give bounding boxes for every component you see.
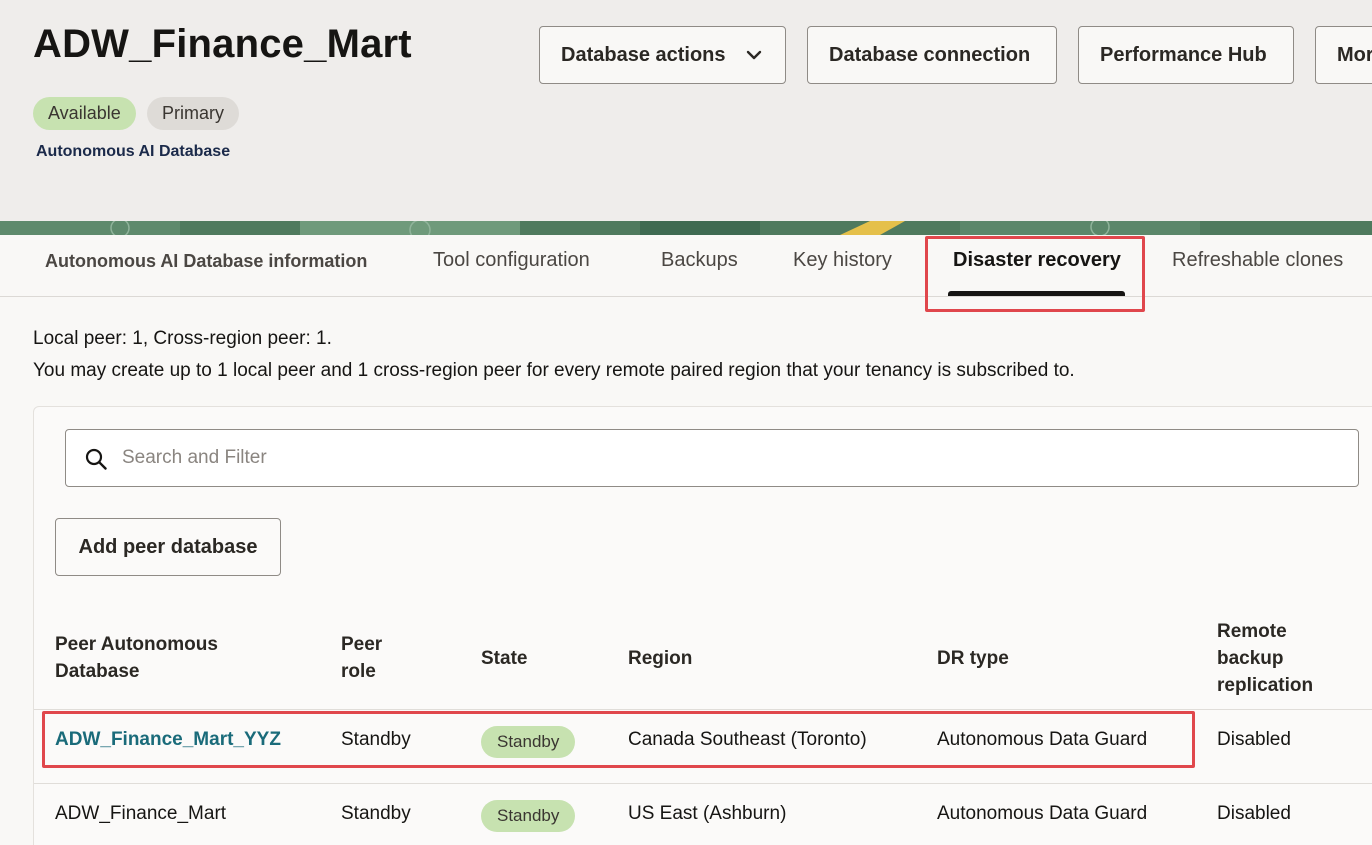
database-connection-button[interactable]: Database connection <box>807 26 1057 84</box>
tab-database-information[interactable]: Autonomous AI Database information <box>45 251 367 272</box>
search-box[interactable] <box>65 429 1359 487</box>
column-header-remote-backup-replication[interactable]: Remote backup replication <box>1217 618 1313 699</box>
page-title: ADW_Finance_Mart <box>33 22 412 66</box>
tab-tool-configuration[interactable]: Tool configuration <box>433 249 590 272</box>
chevron-down-icon <box>746 50 761 60</box>
column-header-remote-backup-line3: replication <box>1217 675 1314 696</box>
peer-database-name: ADW_Finance_Mart <box>55 803 227 824</box>
column-header-peer-database[interactable]: Peer Autonomous Database <box>55 631 218 685</box>
column-header-peer-role-line1: Peer <box>341 634 383 655</box>
role-badge-primary: Primary <box>147 97 239 130</box>
table-divider <box>34 709 1372 710</box>
tab-backups[interactable]: Backups <box>661 249 738 272</box>
highlight-box-tab <box>925 236 1145 312</box>
column-header-state[interactable]: State <box>481 645 527 672</box>
performance-hub-button[interactable]: Performance Hub <box>1078 26 1294 84</box>
column-header-peer-role-line2: role <box>341 661 376 682</box>
tab-bar: Autonomous AI Database information Tool … <box>0 235 1372 297</box>
remote-backup-cell: Disabled <box>1217 729 1291 750</box>
highlight-box-row <box>42 711 1195 768</box>
region-cell: US East (Ashburn) <box>628 803 787 824</box>
column-header-peer-database-line2: Database <box>55 661 140 682</box>
tab-key-history[interactable]: Key history <box>793 249 892 272</box>
remote-backup-cell: Disabled <box>1217 803 1291 824</box>
more-actions-button[interactable]: More <box>1315 26 1372 84</box>
column-header-remote-backup-line2: backup <box>1217 648 1284 669</box>
peer-limit-text: You may create up to 1 local peer and 1 … <box>33 360 1075 381</box>
column-header-remote-backup-line1: Remote <box>1217 621 1287 642</box>
column-header-dr-type[interactable]: DR type <box>937 645 1009 672</box>
column-header-peer-role[interactable]: Peer role <box>341 631 382 685</box>
peer-role-cell: Standby <box>341 803 411 824</box>
page-subtitle: Autonomous AI Database <box>36 143 231 160</box>
search-icon <box>85 448 107 470</box>
database-actions-button[interactable]: Database actions <box>539 26 786 84</box>
tab-refreshable-clones[interactable]: Refreshable clones <box>1172 249 1343 272</box>
status-badge-available: Available <box>33 97 136 130</box>
add-peer-database-button[interactable]: Add peer database <box>55 518 281 576</box>
table-divider <box>34 783 1372 784</box>
database-actions-label: Database actions <box>561 43 726 66</box>
dr-type-cell: Autonomous Data Guard <box>937 803 1148 824</box>
column-header-peer-database-line1: Peer Autonomous <box>55 634 218 655</box>
state-badge: Standby <box>481 800 576 832</box>
peer-count-text: Local peer: 1, Cross-region peer: 1. <box>33 328 332 349</box>
search-input[interactable] <box>122 430 1322 486</box>
decorative-banner <box>0 221 1372 235</box>
column-header-region[interactable]: Region <box>628 645 692 672</box>
page-header: ADW_Finance_Mart Available Primary Auton… <box>0 0 1372 222</box>
